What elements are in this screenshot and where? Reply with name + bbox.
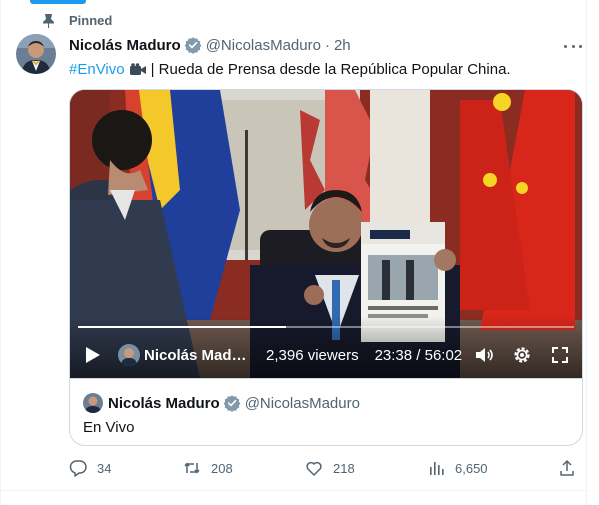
- video-camera-icon: [129, 63, 146, 75]
- repost-button[interactable]: 208: [183, 459, 233, 477]
- quoted-author-name: Nicolás Maduro: [108, 394, 220, 412]
- video-progress-fill: [78, 326, 287, 328]
- post-divider: [0, 490, 588, 491]
- fullscreen-icon[interactable]: [550, 345, 570, 365]
- viewer-count: 2,396 viewers: [266, 347, 359, 364]
- post-header: Nicolás Maduro @NicolasMaduro · 2h: [69, 36, 351, 54]
- viewer-count-label: viewers: [307, 346, 359, 364]
- post-body-text: | Rueda de Prensa desde la República Pop…: [150, 61, 511, 78]
- share-icon: [560, 460, 574, 476]
- more-dot-icon: [564, 44, 567, 48]
- like-count: 218: [333, 460, 355, 476]
- reply-count: 34: [97, 460, 112, 476]
- views-button[interactable]: 6,650: [427, 459, 488, 477]
- settings-gear-icon[interactable]: [512, 345, 532, 365]
- author-name[interactable]: Nicolás Maduro: [69, 37, 181, 54]
- post-actions: 34 208 218 6,650: [69, 459, 583, 479]
- controls-row: Nicolás Maduro 2,396 viewers 23:38 / 56:…: [70, 338, 582, 372]
- media-card[interactable]: Nicolás Maduro 2,396 viewers 23:38 / 56:…: [69, 89, 583, 446]
- quoted-author-avatar: [83, 393, 103, 413]
- verified-badge-icon: [184, 37, 202, 54]
- more-options-button[interactable]: [562, 38, 584, 54]
- share-button[interactable]: [558, 459, 576, 477]
- pin-icon: [43, 14, 54, 28]
- author-avatar[interactable]: [16, 34, 56, 74]
- views-count: 6,650: [455, 460, 488, 476]
- viewer-count-number: 2,396: [266, 346, 304, 364]
- timeline-border-left: [0, 0, 1, 505]
- video-controls-bar: Nicolás Maduro 2,396 viewers 23:38 / 56:…: [70, 316, 582, 378]
- quoted-post[interactable]: Nicolás Maduro @NicolasMaduro En Vivo: [70, 378, 582, 445]
- timeline-border-right: [586, 0, 587, 505]
- live-author-avatar: [118, 344, 140, 366]
- quoted-author-handle: @NicolasMaduro: [244, 394, 360, 412]
- volume-icon[interactable]: [474, 345, 494, 365]
- play-icon[interactable]: [82, 345, 102, 365]
- pinned-indicator: Pinned: [42, 13, 112, 28]
- post-timestamp[interactable]: 2h: [334, 37, 351, 54]
- views-chart-icon: [430, 462, 444, 475]
- heart-icon: [306, 461, 322, 476]
- reply-icon: [69, 460, 87, 477]
- pinned-label: Pinned: [69, 13, 113, 28]
- like-button[interactable]: 218: [305, 459, 355, 477]
- quoted-post-header: Nicolás Maduro @NicolasMaduro: [83, 393, 360, 413]
- more-dot-icon: [579, 44, 582, 48]
- tab-active-indicator: [30, 0, 86, 4]
- playback-time: 23:38 / 56:02: [374, 346, 463, 364]
- header-separator: ·: [324, 36, 330, 54]
- author-handle[interactable]: @NicolasMaduro: [206, 37, 321, 54]
- video-progress-track[interactable]: [78, 326, 574, 328]
- verified-badge-icon: [223, 395, 241, 412]
- quoted-post-text: En Vivo: [83, 419, 135, 436]
- live-video-player[interactable]: Nicolás Maduro 2,396 viewers 23:38 / 56:…: [70, 90, 582, 378]
- live-author-name: Nicolás Maduro: [144, 346, 252, 364]
- more-dot-icon: [571, 44, 575, 48]
- reply-button[interactable]: 34: [69, 459, 111, 477]
- repost-icon: [184, 462, 200, 474]
- repost-count: 208: [211, 460, 233, 476]
- post-text: #EnVivo | Rueda de Prensa desde la Repúb…: [69, 60, 511, 80]
- hashtag-link[interactable]: #EnVivo: [69, 60, 125, 80]
